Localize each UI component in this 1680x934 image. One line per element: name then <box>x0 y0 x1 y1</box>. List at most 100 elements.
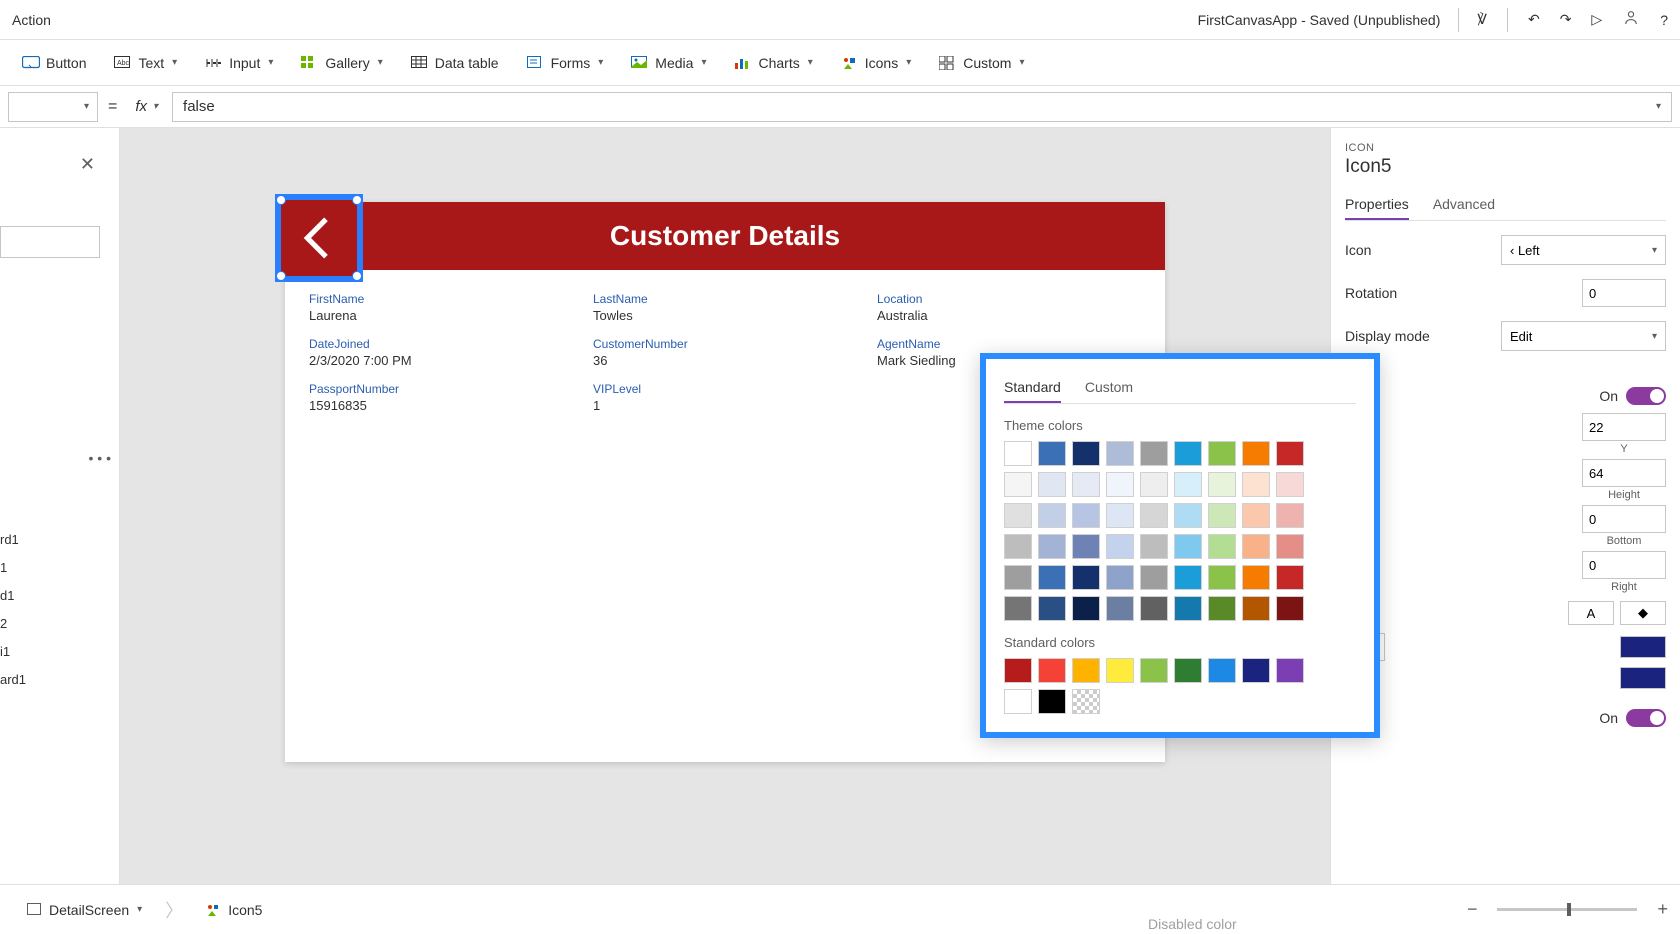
tree-item[interactable]: 1 <box>0 546 26 574</box>
tab-standard-colors[interactable]: Standard <box>1004 373 1061 403</box>
more-icon[interactable]: • • • <box>89 450 111 466</box>
color-swatch[interactable] <box>1004 658 1032 683</box>
color-swatch[interactable] <box>1174 503 1202 528</box>
color-swatch[interactable] <box>1242 596 1270 621</box>
color-swatch[interactable] <box>1174 565 1202 590</box>
color-swatch[interactable] <box>1140 596 1168 621</box>
color-swatch[interactable] <box>1038 565 1066 590</box>
color-swatch[interactable] <box>1106 472 1134 497</box>
redo-icon[interactable]: ↷ <box>1560 11 1572 28</box>
tab-custom-colors[interactable]: Custom <box>1085 373 1133 403</box>
color-swatch[interactable] <box>1106 565 1134 590</box>
tree-item[interactable]: 2 <box>0 602 26 630</box>
color-swatch[interactable] <box>1620 667 1666 689</box>
tree-item[interactable]: i1 <box>0 630 26 658</box>
ribbon-gallery[interactable]: Gallery▾ <box>291 48 392 78</box>
zoom-out-icon[interactable]: − <box>1467 899 1478 920</box>
focus-toggle[interactable] <box>1626 709 1666 727</box>
color-swatch[interactable] <box>1140 565 1168 590</box>
color-swatch[interactable] <box>1276 534 1304 559</box>
color-swatch[interactable] <box>1174 534 1202 559</box>
color-swatch[interactable] <box>1106 441 1134 466</box>
color-swatch[interactable] <box>1072 441 1100 466</box>
crumb-screen[interactable]: DetailScreen▾ <box>12 895 157 925</box>
color-swatch[interactable] <box>1242 441 1270 466</box>
color-swatch[interactable] <box>1140 658 1168 683</box>
color-swatch[interactable] <box>1038 503 1066 528</box>
close-icon[interactable]: ✕ <box>80 154 95 175</box>
ribbon-icons[interactable]: Icons▾ <box>831 48 922 78</box>
color-swatch[interactable] <box>1072 596 1100 621</box>
prop-rotation-input[interactable] <box>1582 279 1666 307</box>
color-swatch[interactable] <box>1072 565 1100 590</box>
ribbon-forms[interactable]: Forms▾ <box>517 48 614 78</box>
zoom-slider[interactable] <box>1497 908 1637 911</box>
prop-bottom-input[interactable] <box>1582 505 1666 533</box>
color-swatch[interactable] <box>1276 596 1304 621</box>
color-swatch[interactable] <box>1106 534 1134 559</box>
color-swatch[interactable] <box>1242 534 1270 559</box>
color-swatch[interactable] <box>1072 503 1100 528</box>
color-swatch[interactable] <box>1038 596 1066 621</box>
ribbon-media[interactable]: Media▾ <box>621 48 716 78</box>
color-swatch[interactable] <box>1106 503 1134 528</box>
color-swatch[interactable] <box>1072 472 1100 497</box>
color-swatch[interactable] <box>1004 472 1032 497</box>
color-swatch[interactable] <box>1174 441 1202 466</box>
ribbon-button[interactable]: Button <box>12 48 96 78</box>
color-swatch[interactable] <box>1276 565 1304 590</box>
color-swatch[interactable] <box>1174 472 1202 497</box>
color-swatch[interactable] <box>1140 534 1168 559</box>
search-input[interactable] <box>0 226 100 258</box>
fx-label[interactable]: fx▾ <box>127 98 166 115</box>
share-icon[interactable] <box>1622 9 1640 30</box>
color-swatch[interactable] <box>1174 658 1202 683</box>
prop-displaymode-dropdown[interactable]: Edit▾ <box>1501 321 1666 351</box>
color-swatch[interactable] <box>1242 565 1270 590</box>
back-icon-selected[interactable] <box>275 194 363 282</box>
color-swatch[interactable] <box>1276 441 1304 466</box>
ribbon-custom[interactable]: Custom▾ <box>929 48 1034 78</box>
color-swatch[interactable] <box>1038 472 1066 497</box>
color-swatch[interactable] <box>1072 534 1100 559</box>
color-swatch[interactable] <box>1242 472 1270 497</box>
tab-properties[interactable]: Properties <box>1345 190 1409 220</box>
visible-toggle[interactable] <box>1626 387 1666 405</box>
color-swatch[interactable] <box>1004 503 1032 528</box>
color-swatch[interactable] <box>1072 658 1100 683</box>
ribbon-input[interactable]: Input▾ <box>195 48 283 78</box>
color-swatch[interactable] <box>1242 658 1270 683</box>
font-color-button[interactable]: A <box>1568 601 1614 625</box>
color-swatch[interactable] <box>1140 472 1168 497</box>
color-swatch[interactable] <box>1140 503 1168 528</box>
ribbon-text[interactable]: Abc Text▾ <box>104 48 187 78</box>
color-swatch[interactable] <box>1276 472 1304 497</box>
color-swatch[interactable] <box>1208 565 1236 590</box>
color-swatch[interactable] <box>1004 596 1032 621</box>
prop-icon-dropdown[interactable]: ‹ Left▾ <box>1501 235 1666 265</box>
prop-y-input[interactable] <box>1582 413 1666 441</box>
ribbon-datatable[interactable]: Data table <box>401 48 509 78</box>
color-swatch[interactable] <box>1208 534 1236 559</box>
color-swatch[interactable] <box>1208 503 1236 528</box>
color-swatch[interactable] <box>1276 658 1304 683</box>
prop-height-input[interactable] <box>1582 459 1666 487</box>
color-swatch[interactable] <box>1106 658 1134 683</box>
crumb-selection[interactable]: Icon5 <box>191 895 277 925</box>
color-swatch[interactable] <box>1004 565 1032 590</box>
color-swatch[interactable] <box>1106 596 1134 621</box>
menu-action[interactable]: Action <box>12 12 51 28</box>
play-icon[interactable]: ▷ <box>1591 11 1602 28</box>
tree-item[interactable]: d1 <box>0 574 26 602</box>
zoom-in-icon[interactable]: + <box>1657 899 1668 920</box>
tab-advanced[interactable]: Advanced <box>1433 190 1495 220</box>
color-swatch[interactable] <box>1004 689 1032 714</box>
color-swatch[interactable] <box>1072 689 1100 714</box>
color-swatch[interactable] <box>1004 534 1032 559</box>
app-checker-icon[interactable]: ℣ <box>1477 11 1487 28</box>
color-swatch[interactable] <box>1620 636 1666 658</box>
color-swatch[interactable] <box>1208 472 1236 497</box>
color-swatch[interactable] <box>1242 503 1270 528</box>
formula-input[interactable]: false ▾ <box>172 92 1672 122</box>
color-swatch[interactable] <box>1004 441 1032 466</box>
